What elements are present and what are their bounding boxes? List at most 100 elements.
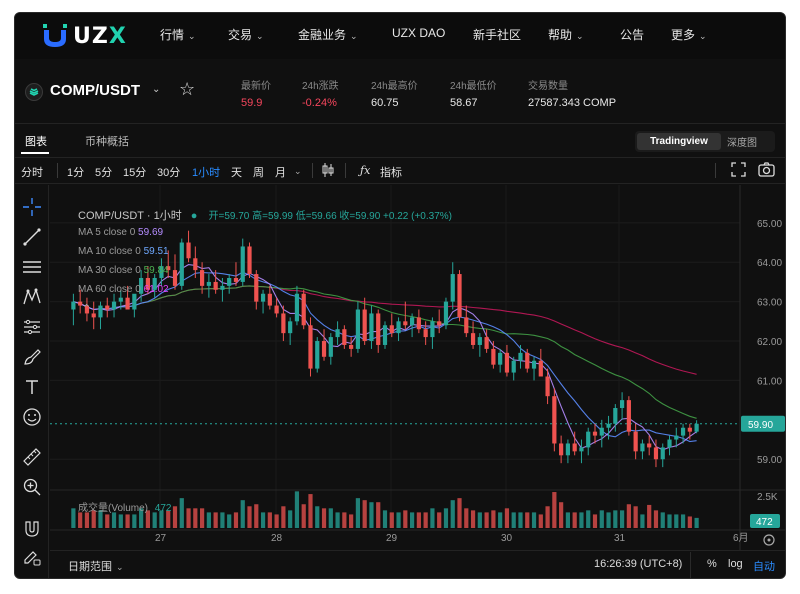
- nav-item-help[interactable]: 帮助 ⌄: [548, 26, 584, 43]
- candle-body: [355, 309, 361, 349]
- interval-15m[interactable]: 15分: [123, 164, 146, 180]
- volume-bar: [443, 508, 449, 528]
- candle-body: [626, 400, 631, 432]
- candle-body: [403, 321, 408, 326]
- nav-item-finance[interactable]: 金融业务 ⌄: [298, 26, 358, 43]
- chart-toolbar: 分时 1分 5分 15分 30分 1小时 天 周 月 ⌄ ƒx 指标: [15, 157, 785, 184]
- volume-bar: [470, 510, 476, 528]
- chevron-down-icon[interactable]: ⌄: [294, 166, 302, 177]
- timeshare-button[interactable]: 分时: [21, 164, 43, 180]
- volume-bar: [579, 512, 584, 528]
- nav-item-community[interactable]: 新手社区: [473, 26, 521, 43]
- volume-bar: [477, 512, 482, 528]
- pair-selector[interactable]: COMP/USDT: [50, 82, 140, 99]
- legend-symbol: COMP/USDT · 1小时: [78, 210, 182, 222]
- volume-bar: [308, 494, 313, 528]
- uzx-logo-text: UZX: [73, 23, 127, 49]
- crosshair-icon[interactable]: [22, 197, 42, 217]
- volume-bar: [572, 512, 577, 528]
- nav-item-announcements[interactable]: 公告: [620, 26, 644, 43]
- nav-item-market[interactable]: 行情 ⌄: [160, 26, 196, 43]
- chart-canvas[interactable]: 65.00 64.00 63.00 62.00 61.00 59.00 27 28 29 30 31…: [50, 185, 786, 579]
- trend-line-icon[interactable]: [22, 227, 42, 247]
- volume-bar: [118, 514, 123, 528]
- fullscreen-icon[interactable]: [731, 162, 746, 180]
- emoji-icon[interactable]: [22, 407, 42, 427]
- candle-body: [430, 321, 435, 338]
- interval-30m[interactable]: 30分: [157, 164, 180, 180]
- collapse-legend-icon[interactable]: ⌃: [82, 302, 91, 315]
- tradingview-button[interactable]: Tradingview: [637, 133, 721, 150]
- horizontal-lines-icon[interactable]: [22, 257, 42, 277]
- text-tool-icon[interactable]: [22, 377, 42, 397]
- legend-value: 59.69: [138, 227, 164, 238]
- magnet-icon[interactable]: [22, 519, 42, 539]
- lock-icon[interactable]: [22, 573, 42, 578]
- candle-body: [653, 447, 659, 460]
- interval-1h[interactable]: 1小时: [192, 164, 220, 180]
- legend-label: 成交量(Volume): [78, 503, 149, 514]
- candle-type-icon[interactable]: [321, 162, 335, 181]
- legend-label: MA 60 close 0: [78, 284, 141, 295]
- status-dot-icon: ●: [190, 210, 198, 222]
- volume-bar: [694, 517, 699, 528]
- legend-ma10: MA 10 close 0 59.51: [78, 246, 169, 257]
- interval-5m[interactable]: 5分: [95, 164, 112, 180]
- candle-body: [545, 376, 550, 397]
- drawing-toolbar: [15, 185, 49, 578]
- star-icon[interactable]: ☆: [179, 79, 195, 100]
- camera-icon[interactable]: [758, 162, 775, 180]
- auto-scale-button[interactable]: 自动: [753, 558, 775, 574]
- measure-tool-icon[interactable]: [22, 317, 42, 337]
- candlestick-chart[interactable]: 65.00 64.00 63.00 62.00 61.00 59.00 27 28 29 30 31…: [50, 185, 786, 579]
- nav-item-more[interactable]: 更多 ⌄: [671, 26, 707, 43]
- percent-scale-button[interactable]: %: [707, 558, 717, 570]
- interval-1mo[interactable]: 月: [275, 164, 286, 180]
- indicators-button[interactable]: 指标: [380, 164, 402, 180]
- toolbar-separator: [345, 163, 346, 178]
- candle-body: [281, 313, 286, 334]
- nav-item-dao[interactable]: UZX DAO: [392, 26, 445, 40]
- ruler-icon[interactable]: [22, 447, 42, 467]
- candle-body: [498, 352, 503, 365]
- legend-label: MA 30 close 0: [78, 265, 141, 276]
- lock-pencil-icon[interactable]: [22, 547, 42, 567]
- volume-bar: [531, 512, 537, 528]
- legend-ma60: MA 60 close 0 61.02: [78, 284, 169, 295]
- candle-body: [619, 400, 625, 409]
- log-scale-button[interactable]: log: [728, 558, 743, 570]
- volume-bar: [274, 514, 279, 528]
- stat-volume: 交易数量 27587.343 COMP: [528, 77, 616, 109]
- date-range-selector[interactable]: 日期范围 ⌄: [68, 558, 124, 574]
- uzx-logo[interactable]: UZX: [41, 22, 131, 50]
- tab-coin-overview[interactable]: 币种概括: [85, 133, 129, 149]
- zoom-in-icon[interactable]: [22, 477, 42, 497]
- volume-bar: [125, 514, 130, 528]
- interval-1w[interactable]: 周: [253, 164, 264, 180]
- brush-icon[interactable]: [22, 347, 42, 367]
- interval-1d[interactable]: 天: [231, 164, 242, 180]
- indicators-fx-icon[interactable]: ƒx: [360, 164, 370, 177]
- pattern-tool-icon[interactable]: [22, 287, 42, 307]
- interval-1m[interactable]: 1分: [67, 164, 84, 180]
- date-tick-label: 30: [501, 533, 513, 544]
- volume-bar: [315, 506, 320, 528]
- candle-body: [342, 329, 347, 345]
- candle-body: [301, 293, 306, 326]
- candle-body: [240, 246, 245, 282]
- tab-chart[interactable]: 图表: [25, 133, 47, 149]
- candle-body: [531, 360, 537, 369]
- candle-body: [179, 242, 184, 286]
- clock-timezone[interactable]: 16:26:39 (UTC+8): [594, 558, 682, 570]
- volume-bar: [294, 491, 300, 528]
- volume-bar: [552, 492, 557, 528]
- nav-item-trade[interactable]: 交易 ⌄: [228, 26, 264, 43]
- candle-body: [572, 443, 577, 452]
- candle-body: [484, 337, 489, 349]
- volume-bar: [78, 512, 83, 528]
- chevron-down-icon[interactable]: ⌄: [152, 84, 160, 95]
- depth-chart-button[interactable]: 深度图: [727, 134, 757, 149]
- chevron-down-icon: ⌄: [188, 31, 196, 41]
- legend-ma5: MA 5 close 0 59.69: [78, 227, 163, 238]
- stat-value: -0.24%: [302, 97, 337, 109]
